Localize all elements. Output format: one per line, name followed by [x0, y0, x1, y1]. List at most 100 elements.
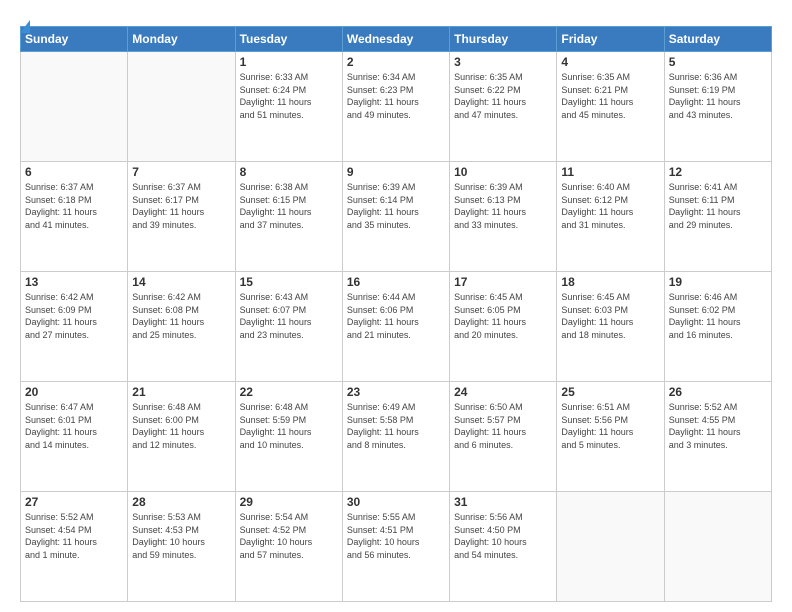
- calendar-cell: [21, 52, 128, 162]
- calendar-cell: 9Sunrise: 6:39 AMSunset: 6:14 PMDaylight…: [342, 162, 449, 272]
- calendar-cell: 26 Sunrise: 5:52 AMSunset: 4:55 PMDayligh…: [664, 382, 771, 492]
- day-number: 1: [240, 55, 338, 69]
- calendar-cell: 24 Sunrise: 6:50 AMSunset: 5:57 PMDayligh…: [450, 382, 557, 492]
- cell-details: Sunrise: 6:37 AMSunset: 6:17 PMDaylight:…: [132, 181, 230, 231]
- calendar-cell: 15 Sunrise: 6:43 AMSunset: 6:07 PMDayligh…: [235, 272, 342, 382]
- cell-details: Sunrise: 6:49 AMSunset: 5:58 PMDaylight:…: [347, 401, 445, 451]
- calendar-week-5: 27 Sunrise: 5:52 AMSunset: 4:54 PMDayligh…: [21, 492, 772, 602]
- day-number: 9: [347, 165, 445, 179]
- cell-details: Sunrise: 6:33 AMSunset: 6:24 PMDaylight:…: [240, 71, 338, 121]
- calendar-cell: 10Sunrise: 6:39 AMSunset: 6:13 PMDayligh…: [450, 162, 557, 272]
- calendar-cell: 8 Sunrise: 6:38 AMSunset: 6:15 PMDaylight…: [235, 162, 342, 272]
- cell-details: Sunrise: 6:48 AMSunset: 5:59 PMDaylight:…: [240, 401, 338, 451]
- cell-details: Sunrise: 6:45 AMSunset: 6:05 PMDaylight:…: [454, 291, 552, 341]
- weekday-header-monday: Monday: [128, 27, 235, 52]
- day-number: 25: [561, 385, 659, 399]
- cell-details: Sunrise: 6:42 AMSunset: 6:09 PMDaylight:…: [25, 291, 123, 341]
- day-number: 24: [454, 385, 552, 399]
- calendar-cell: 30 Sunrise: 5:55 AMSunset: 4:51 PMDayligh…: [342, 492, 449, 602]
- day-number: 14: [132, 275, 230, 289]
- cell-details: Sunrise: 6:35 AMSunset: 6:21 PMDaylight:…: [561, 71, 659, 121]
- day-number: 4: [561, 55, 659, 69]
- day-number: 8: [240, 165, 338, 179]
- calendar-cell: 14 Sunrise: 6:42 AMSunset: 6:08 PMDayligh…: [128, 272, 235, 382]
- cell-details: Sunrise: 6:35 AMSunset: 6:22 PMDaylight:…: [454, 71, 552, 121]
- day-number: 30: [347, 495, 445, 509]
- weekday-header-saturday: Saturday: [664, 27, 771, 52]
- day-number: 6: [25, 165, 123, 179]
- cell-details: Sunrise: 5:56 AMSunset: 4:50 PMDaylight:…: [454, 511, 552, 561]
- calendar-cell: 18Sunrise: 6:45 AMSunset: 6:03 PMDayligh…: [557, 272, 664, 382]
- cell-details: Sunrise: 6:41 AMSunset: 6:11 PMDaylight:…: [669, 181, 767, 231]
- calendar-week-3: 13 Sunrise: 6:42 AMSunset: 6:09 PMDayligh…: [21, 272, 772, 382]
- cell-details: Sunrise: 6:36 AMSunset: 6:19 PMDaylight:…: [669, 71, 767, 121]
- day-number: 2: [347, 55, 445, 69]
- day-number: 11: [561, 165, 659, 179]
- cell-details: Sunrise: 5:52 AMSunset: 4:54 PMDaylight:…: [25, 511, 123, 561]
- calendar-cell: [557, 492, 664, 602]
- calendar-cell: 5Sunrise: 6:36 AMSunset: 6:19 PMDaylight…: [664, 52, 771, 162]
- calendar-cell: 22 Sunrise: 6:48 AMSunset: 5:59 PMDayligh…: [235, 382, 342, 492]
- cell-details: Sunrise: 6:38 AMSunset: 6:15 PMDaylight:…: [240, 181, 338, 231]
- cell-details: Sunrise: 5:53 AMSunset: 4:53 PMDaylight:…: [132, 511, 230, 561]
- calendar-cell: 27 Sunrise: 5:52 AMSunset: 4:54 PMDayligh…: [21, 492, 128, 602]
- calendar-cell: 17 Sunrise: 6:45 AMSunset: 6:05 PMDayligh…: [450, 272, 557, 382]
- calendar-cell: 21Sunrise: 6:48 AMSunset: 6:00 PMDayligh…: [128, 382, 235, 492]
- cell-details: Sunrise: 6:34 AMSunset: 6:23 PMDaylight:…: [347, 71, 445, 121]
- cell-details: Sunrise: 5:54 AMSunset: 4:52 PMDaylight:…: [240, 511, 338, 561]
- logo-triangle-icon: [20, 20, 30, 33]
- cell-details: Sunrise: 5:52 AMSunset: 4:55 PMDaylight:…: [669, 401, 767, 451]
- calendar-week-1: 1 Sunrise: 6:33 AMSunset: 6:24 PMDaylight…: [21, 52, 772, 162]
- day-number: 17: [454, 275, 552, 289]
- day-number: 23: [347, 385, 445, 399]
- calendar-cell: 31 Sunrise: 5:56 AMSunset: 4:50 PMDayligh…: [450, 492, 557, 602]
- page: SundayMondayTuesdayWednesdayThursdayFrid…: [0, 0, 792, 612]
- day-number: 7: [132, 165, 230, 179]
- weekday-header-wednesday: Wednesday: [342, 27, 449, 52]
- calendar-cell: 25 Sunrise: 6:51 AMSunset: 5:56 PMDayligh…: [557, 382, 664, 492]
- cell-details: Sunrise: 6:40 AMSunset: 6:12 PMDaylight:…: [561, 181, 659, 231]
- day-number: 13: [25, 275, 123, 289]
- day-number: 31: [454, 495, 552, 509]
- calendar-cell: 11 Sunrise: 6:40 AMSunset: 6:12 PMDayligh…: [557, 162, 664, 272]
- calendar-cell: 4 Sunrise: 6:35 AMSunset: 6:21 PMDaylight…: [557, 52, 664, 162]
- calendar-cell: 16 Sunrise: 6:44 AMSunset: 6:06 PMDayligh…: [342, 272, 449, 382]
- day-number: 18: [561, 275, 659, 289]
- calendar-cell: 12 Sunrise: 6:41 AMSunset: 6:11 PMDayligh…: [664, 162, 771, 272]
- day-number: 22: [240, 385, 338, 399]
- cell-details: Sunrise: 6:48 AMSunset: 6:00 PMDaylight:…: [132, 401, 230, 451]
- calendar-cell: 28Sunrise: 5:53 AMSunset: 4:53 PMDayligh…: [128, 492, 235, 602]
- day-number: 26: [669, 385, 767, 399]
- cell-details: Sunrise: 5:55 AMSunset: 4:51 PMDaylight:…: [347, 511, 445, 561]
- calendar-header-row: SundayMondayTuesdayWednesdayThursdayFrid…: [21, 27, 772, 52]
- day-number: 16: [347, 275, 445, 289]
- weekday-header-sunday: Sunday: [21, 27, 128, 52]
- weekday-header-tuesday: Tuesday: [235, 27, 342, 52]
- day-number: 29: [240, 495, 338, 509]
- calendar-cell: [664, 492, 771, 602]
- cell-details: Sunrise: 6:42 AMSunset: 6:08 PMDaylight:…: [132, 291, 230, 341]
- calendar-cell: 6 Sunrise: 6:37 AMSunset: 6:18 PMDaylight…: [21, 162, 128, 272]
- calendar-cell: 23 Sunrise: 6:49 AMSunset: 5:58 PMDayligh…: [342, 382, 449, 492]
- cell-details: Sunrise: 6:50 AMSunset: 5:57 PMDaylight:…: [454, 401, 552, 451]
- cell-details: Sunrise: 6:51 AMSunset: 5:56 PMDaylight:…: [561, 401, 659, 451]
- day-number: 19: [669, 275, 767, 289]
- cell-details: Sunrise: 6:43 AMSunset: 6:07 PMDaylight:…: [240, 291, 338, 341]
- day-number: 15: [240, 275, 338, 289]
- calendar-cell: 1 Sunrise: 6:33 AMSunset: 6:24 PMDaylight…: [235, 52, 342, 162]
- day-number: 3: [454, 55, 552, 69]
- header: [20, 16, 772, 18]
- day-number: 12: [669, 165, 767, 179]
- calendar-cell: 3 Sunrise: 6:35 AMSunset: 6:22 PMDaylight…: [450, 52, 557, 162]
- weekday-header-thursday: Thursday: [450, 27, 557, 52]
- cell-details: Sunrise: 6:37 AMSunset: 6:18 PMDaylight:…: [25, 181, 123, 231]
- calendar-table: SundayMondayTuesdayWednesdayThursdayFrid…: [20, 26, 772, 602]
- calendar-cell: [128, 52, 235, 162]
- day-number: 27: [25, 495, 123, 509]
- calendar-cell: 7 Sunrise: 6:37 AMSunset: 6:17 PMDaylight…: [128, 162, 235, 272]
- cell-details: Sunrise: 6:47 AMSunset: 6:01 PMDaylight:…: [25, 401, 123, 451]
- cell-details: Sunrise: 6:44 AMSunset: 6:06 PMDaylight:…: [347, 291, 445, 341]
- calendar-cell: 20Sunrise: 6:47 AMSunset: 6:01 PMDayligh…: [21, 382, 128, 492]
- calendar-cell: 13 Sunrise: 6:42 AMSunset: 6:09 PMDayligh…: [21, 272, 128, 382]
- calendar-cell: 2 Sunrise: 6:34 AMSunset: 6:23 PMDaylight…: [342, 52, 449, 162]
